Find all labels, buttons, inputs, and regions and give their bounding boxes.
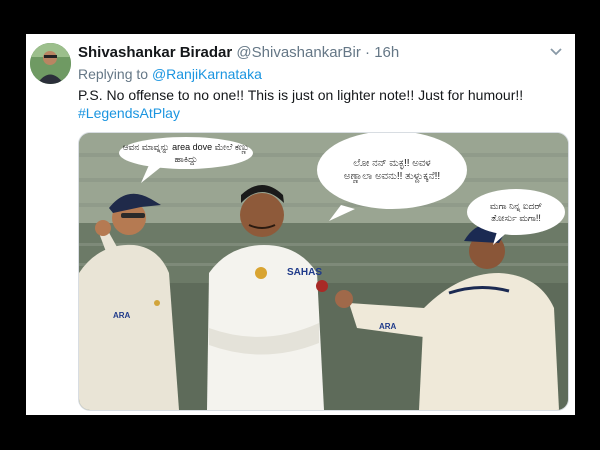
tweet-text: P.S. No offense to no one!! This is just…	[78, 87, 524, 103]
tweet-header: Shivashankar Biradar @ShivashankarBir · …	[78, 43, 545, 63]
speech-bubble-left: ಆವನ ಮಾವ್ನನ್ನು area dove ಮೇಲೆ ಕಣ್ಣು ಹಾಕಿದ…	[119, 137, 253, 169]
speech-bubble-right: ಮಗಾ ನಿನ್ನ ಐದರ್ ತೋರ್ಸು ಮಗಾ!!	[467, 189, 565, 235]
replying-to-line: Replying to @RanjiKarnataka	[78, 65, 262, 83]
speech-bubble-left-text: ಆವನ ಮಾವ್ನನ್ನು area dove ಮೇಲೆ ಕಣ್ಣು ಹಾಕಿದ…	[122, 142, 250, 164]
shirt-text-right: ARA	[379, 322, 397, 331]
shirt-text-left: ARA	[113, 311, 131, 320]
media-image[interactable]: ARA SAHAS ARA ಆವನ ಮಾವ್ನನ್ನು area dove ಮೇ…	[78, 132, 569, 411]
replying-to-link[interactable]: @RanjiKarnataka	[152, 66, 262, 82]
chevron-down-icon[interactable]	[549, 46, 563, 58]
replying-to-label: Replying to	[78, 66, 149, 82]
avatar-image	[30, 43, 71, 84]
separator-dot: ·	[365, 44, 371, 61]
avatar[interactable]	[30, 43, 71, 84]
shirt-text-center: SAHAS	[287, 267, 322, 278]
hashtag-link[interactable]: #LegendsAtPlay	[78, 104, 565, 122]
speech-bubble-center: ಲೋ ನನ್ ಮಕ್ಳ!! ಅವಳ ಅಣ್ಣಾಲಾ ಅವನು!! ತುಳ್ದುಕ…	[317, 133, 467, 209]
speech-bubble-center-text: ಲೋ ನನ್ ಮಕ್ಳ!! ಅವಳ ಅಣ್ಣಾಲಾ ಅವನು!! ತುಳ್ದುಕ…	[343, 158, 441, 182]
timestamp[interactable]: 16h	[374, 44, 399, 61]
user-handle[interactable]: @ShivashankarBir	[236, 44, 360, 61]
display-name[interactable]: Shivashankar Biradar	[78, 44, 232, 61]
tweet-body: P.S. No offense to no one!! This is just…	[78, 86, 565, 122]
tweet-card: Shivashankar Biradar @ShivashankarBir · …	[26, 34, 575, 415]
speech-bubble-right-text: ಮಗಾ ನಿನ್ನ ಐದರ್ ತೋರ್ಸು ಮಗಾ!!	[489, 201, 543, 223]
